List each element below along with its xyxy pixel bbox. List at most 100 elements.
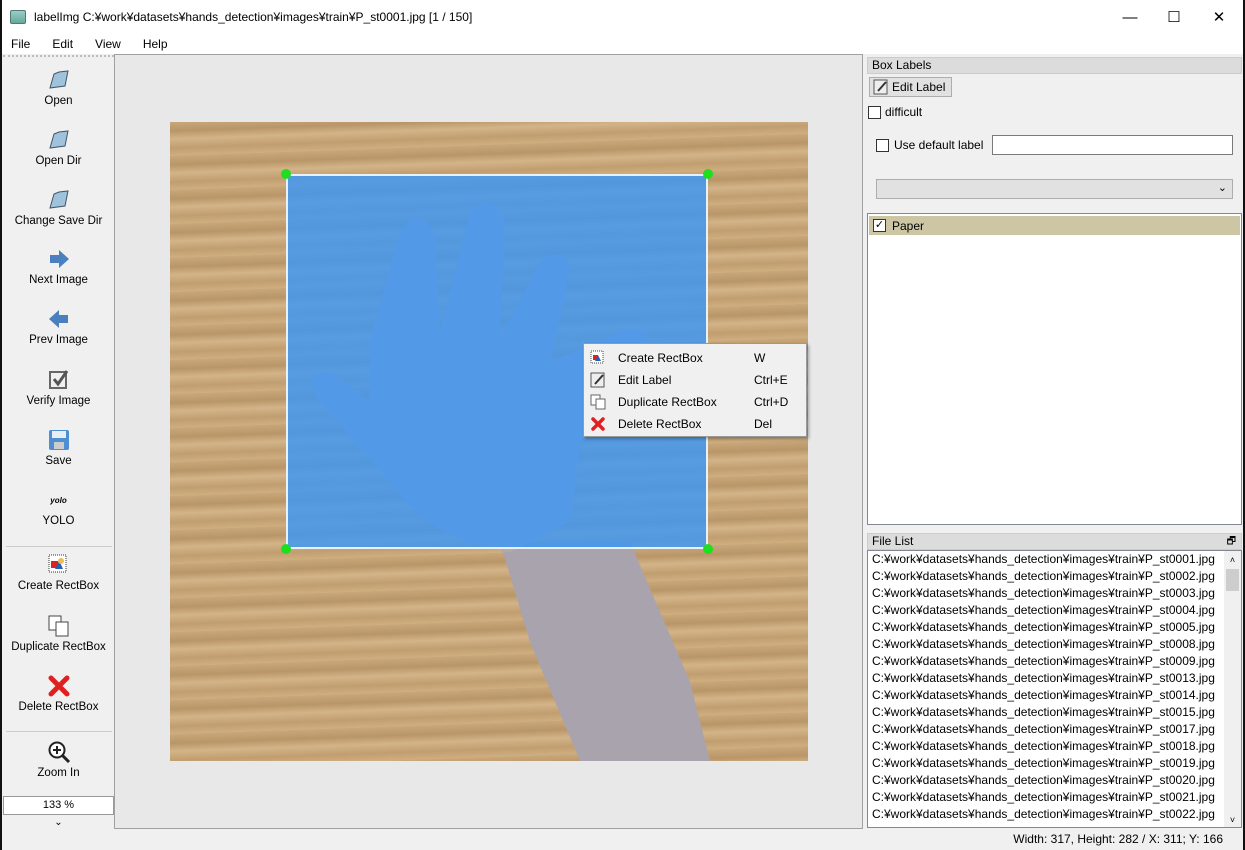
menu-view[interactable]: View	[84, 37, 132, 51]
window-title: labelImg C:¥work¥datasets¥hands_detectio…	[34, 10, 473, 24]
bbox-corner-handle[interactable]	[281, 544, 291, 554]
arrow-left-icon	[48, 310, 68, 328]
file-list-item[interactable]: C:¥work¥datasets¥hands_detection¥images¥…	[868, 789, 1241, 806]
use-default-label-checkbox[interactable]: Use default label	[876, 138, 983, 152]
checkbox-icon	[48, 370, 68, 389]
prev-image-button[interactable]: Prev Image	[3, 304, 114, 346]
bbox-corner-handle[interactable]	[281, 169, 291, 179]
zoom-in-icon	[48, 741, 70, 764]
menu-file[interactable]: File	[0, 37, 41, 51]
yolo-icon: yolo	[50, 495, 67, 505]
file-list-item[interactable]: C:¥work¥datasets¥hands_detection¥images¥…	[868, 772, 1241, 789]
undock-icon[interactable]: 🗗	[1227, 534, 1236, 549]
checkbox-checked[interactable]: ✓	[873, 219, 886, 232]
app-icon	[10, 10, 26, 24]
bbox-corner-handle[interactable]	[703, 544, 713, 554]
file-list-item[interactable]: C:¥work¥datasets¥hands_detection¥images¥…	[868, 687, 1241, 704]
file-list-item[interactable]: C:¥work¥datasets¥hands_detection¥images¥…	[868, 670, 1241, 687]
box-labels-title: Box Labels	[867, 57, 1242, 74]
edit-label-text: Edit Label	[892, 80, 946, 94]
open-button[interactable]: Open	[3, 65, 114, 107]
file-list-item[interactable]: C:¥work¥datasets¥hands_detection¥images¥…	[868, 585, 1241, 602]
zoom-value-spinbox[interactable]: 133 %	[3, 796, 114, 815]
status-bar-text: Width: 317, Height: 282 / X: 311; Y: 166	[1013, 832, 1223, 846]
ctx-edit-label[interactable]: Edit Label Ctrl+E	[584, 369, 806, 391]
tool-label: Zoom In	[37, 767, 80, 779]
chevron-down-icon: ⌄	[1217, 182, 1227, 194]
edit-label-icon	[590, 372, 605, 388]
difficult-label: difficult	[885, 105, 923, 119]
folder-icon	[48, 70, 69, 89]
label-item[interactable]: ✓ Paper	[869, 216, 1240, 235]
create-rectbox-button[interactable]: Create RectBox	[3, 550, 114, 592]
arrow-right-icon	[49, 250, 69, 268]
folder-icon	[48, 130, 69, 149]
ctx-shortcut: W	[754, 351, 766, 365]
difficult-checkbox[interactable]: difficult	[868, 105, 922, 119]
close-button[interactable]: ✕	[1196, 0, 1242, 34]
save-button[interactable]: Save	[3, 425, 114, 467]
checkbox[interactable]	[868, 105, 881, 119]
ctx-label: Edit Label	[618, 373, 672, 387]
file-list-item[interactable]: C:¥work¥datasets¥hands_detection¥images¥…	[868, 551, 1241, 568]
ctx-label: Delete RectBox	[618, 417, 702, 431]
file-list-item[interactable]: C:¥work¥datasets¥hands_detection¥images¥…	[868, 755, 1241, 772]
zoom-in-button[interactable]: Zoom In	[3, 737, 114, 779]
tool-label: Open Dir	[35, 155, 82, 167]
yolo-format-button[interactable]: yolo YOLO	[3, 485, 114, 528]
image-canvas[interactable]	[114, 54, 863, 829]
ctx-shortcut: Ctrl+E	[754, 373, 788, 387]
minimize-button[interactable]: —	[1107, 0, 1153, 34]
edit-label-button[interactable]: Edit Label	[869, 77, 952, 97]
label-name: Paper	[892, 218, 925, 233]
delete-rectbox-button[interactable]: Delete RectBox	[3, 671, 114, 713]
ctx-delete-rectbox[interactable]: Delete RectBox Del	[584, 413, 806, 435]
next-image-button[interactable]: Next Image	[3, 244, 114, 286]
delete-x-icon	[591, 417, 605, 431]
file-list-title: File List 🗗	[867, 533, 1242, 550]
file-list-item[interactable]: C:¥work¥datasets¥hands_detection¥images¥…	[868, 721, 1241, 738]
maximize-button[interactable]: ☐	[1151, 0, 1197, 34]
duplicate-rectbox-button[interactable]: Duplicate RectBox	[3, 611, 114, 653]
open-dir-button[interactable]: Open Dir	[3, 125, 114, 167]
file-list-item[interactable]: C:¥work¥datasets¥hands_detection¥images¥…	[868, 619, 1241, 636]
ctx-label: Duplicate RectBox	[618, 395, 717, 409]
menu-edit[interactable]: Edit	[41, 37, 84, 51]
scroll-down-icon[interactable]: ˅	[1224, 815, 1241, 825]
menu-bar: File Edit View Help	[0, 34, 1245, 54]
bbox-corner-handle[interactable]	[703, 169, 713, 179]
ctx-duplicate-rectbox[interactable]: Duplicate RectBox Ctrl+D	[584, 391, 806, 413]
file-list-item[interactable]: C:¥work¥datasets¥hands_detection¥images¥…	[868, 568, 1241, 585]
file-list-item[interactable]: C:¥work¥datasets¥hands_detection¥images¥…	[868, 602, 1241, 619]
verify-image-button[interactable]: Verify Image	[3, 365, 114, 407]
ctx-shortcut: Del	[754, 417, 773, 431]
context-menu: Create RectBox W Edit Label Ctrl+E Dupli…	[583, 343, 807, 437]
create-rectbox-icon	[48, 554, 66, 573]
delete-x-icon	[48, 675, 69, 697]
tool-label: Open	[44, 95, 73, 107]
folder-icon	[48, 190, 69, 209]
ctx-label: Create RectBox	[618, 351, 703, 365]
scroll-up-icon[interactable]: ˄	[1224, 555, 1241, 565]
file-list-item[interactable]: C:¥work¥datasets¥hands_detection¥images¥…	[868, 653, 1241, 670]
scrollbar[interactable]: ˄ ˅	[1224, 551, 1241, 827]
file-list-item[interactable]: C:¥work¥datasets¥hands_detection¥images¥…	[868, 738, 1241, 755]
change-save-dir-button[interactable]: Change Save Dir	[3, 185, 114, 227]
toolbar-extension-button[interactable]: ⌄	[3, 817, 114, 828]
default-label-input[interactable]	[992, 135, 1233, 155]
checkbox[interactable]	[876, 138, 889, 152]
tool-label: Prev Image	[29, 334, 88, 346]
ctx-create-rectbox[interactable]: Create RectBox W	[584, 347, 806, 369]
ctx-shortcut: Ctrl+D	[754, 395, 789, 409]
tool-label: Duplicate RectBox	[11, 641, 106, 653]
label-dropdown[interactable]: ⌄	[876, 179, 1233, 199]
file-list-item[interactable]: C:¥work¥datasets¥hands_detection¥images¥…	[868, 704, 1241, 721]
scrollbar-thumb[interactable]	[1226, 569, 1239, 591]
edit-label-icon	[873, 79, 888, 95]
use-default-label-text: Use default label	[894, 138, 984, 152]
menu-help[interactable]: Help	[132, 37, 179, 51]
file-list-item[interactable]: C:¥work¥datasets¥hands_detection¥images¥…	[868, 636, 1241, 653]
title-bar: labelImg C:¥work¥datasets¥hands_detectio…	[0, 0, 1245, 34]
file-list-item[interactable]: C:¥work¥datasets¥hands_detection¥images¥…	[868, 806, 1241, 823]
duplicate-icon	[590, 394, 606, 410]
